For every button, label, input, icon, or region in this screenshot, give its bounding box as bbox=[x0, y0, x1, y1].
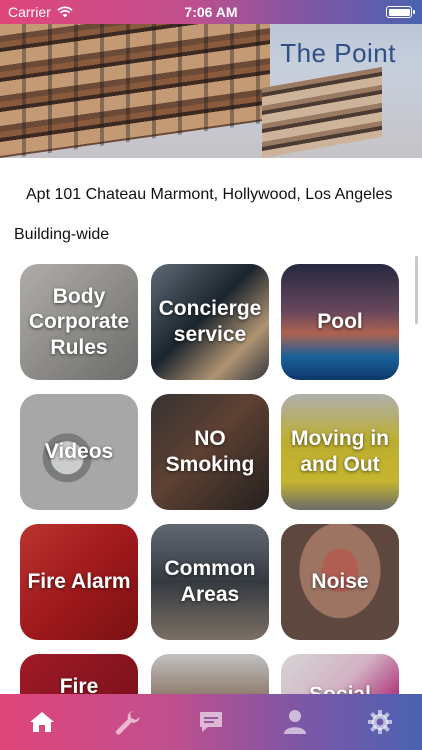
gear-icon bbox=[367, 709, 393, 735]
tile-common-areas[interactable]: Common Areas bbox=[151, 524, 269, 640]
tile-label: Body Corporate Rules bbox=[28, 284, 130, 359]
tile-person[interactable] bbox=[151, 654, 269, 694]
building-image-right bbox=[262, 66, 382, 158]
tab-profile[interactable] bbox=[265, 694, 325, 750]
category-grid: Body Corporate Rules Concierge service P… bbox=[20, 264, 400, 694]
tab-home[interactable] bbox=[12, 694, 72, 750]
tile-fire-alarm[interactable]: Fire Alarm bbox=[20, 524, 138, 640]
tile-label: Videos bbox=[44, 440, 114, 464]
tile-pool[interactable]: Pool bbox=[281, 264, 399, 380]
tile-label: Social bbox=[306, 682, 374, 694]
tile-fire[interactable]: Fire bbox=[20, 654, 138, 694]
tile-overlay bbox=[151, 654, 269, 694]
tile-label: Common Areas bbox=[164, 557, 256, 606]
tile-concierge-service[interactable]: Concierge service bbox=[151, 264, 269, 380]
scrollbar[interactable] bbox=[415, 256, 418, 324]
tile-label: Fire bbox=[59, 675, 99, 694]
tile-label: Noise bbox=[311, 570, 369, 594]
tab-bar bbox=[0, 694, 422, 750]
section-title: Building-wide bbox=[14, 226, 110, 243]
wrench-icon bbox=[114, 709, 140, 735]
status-time: 7:06 AM bbox=[184, 4, 238, 20]
tile-label: Pool bbox=[317, 310, 363, 334]
status-bar: Carrier 7:06 AM bbox=[0, 0, 422, 24]
tab-messages[interactable] bbox=[181, 694, 241, 750]
tile-label: Moving in and Out bbox=[291, 427, 389, 476]
battery-icon bbox=[386, 6, 415, 18]
tile-noise[interactable]: Noise bbox=[281, 524, 399, 640]
tile-label: Concierge service bbox=[158, 297, 262, 346]
tile-moving-in-and-out[interactable]: Moving in and Out bbox=[281, 394, 399, 510]
profile-icon bbox=[284, 709, 307, 735]
brand-title: The Point bbox=[280, 38, 396, 68]
tile-videos[interactable]: Videos bbox=[20, 394, 138, 510]
address-text: Apt 101 Chateau Marmont, Hollywood, Los … bbox=[26, 186, 393, 203]
tile-social[interactable]: Social bbox=[281, 654, 399, 694]
tile-body-corporate-rules[interactable]: Body Corporate Rules bbox=[20, 264, 138, 380]
tile-label: NO Smoking bbox=[165, 427, 255, 476]
home-icon bbox=[29, 710, 55, 734]
chat-icon bbox=[198, 710, 224, 734]
tab-maintenance[interactable] bbox=[97, 694, 157, 750]
tile-label: Fire Alarm bbox=[27, 570, 131, 594]
battery-fill bbox=[388, 8, 410, 16]
tile-no-smoking[interactable]: NO Smoking bbox=[151, 394, 269, 510]
tab-settings[interactable] bbox=[350, 694, 410, 750]
